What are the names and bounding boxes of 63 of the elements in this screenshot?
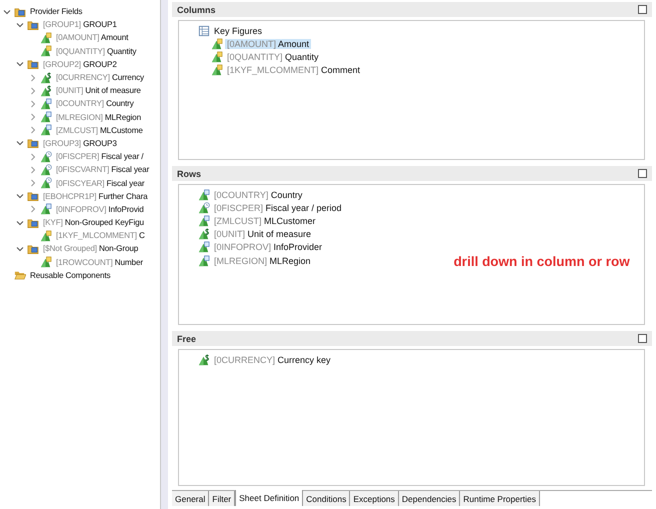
tree-item[interactable]: [MLREGION] MLRegion <box>54 112 143 122</box>
folder-icon <box>14 6 26 18</box>
section-title: Columns <box>177 4 216 14</box>
tab[interactable]: Exceptions <box>350 491 399 506</box>
tree-item[interactable]: [GROUP2] GROUP2 <box>41 60 119 69</box>
table-icon <box>198 24 210 37</box>
tree-item[interactable]: [0UNIT] Unit of measure <box>212 229 314 240</box>
maximize-icon[interactable] <box>638 169 647 178</box>
tree-item[interactable]: [GROUP1] GROUP1 <box>41 20 119 30</box>
tree-item[interactable]: [ZMLCUST] MLCustomer <box>212 216 318 226</box>
tree-item[interactable]: [0FISCPER] Fiscal year / <box>54 152 146 162</box>
triangle-clock-icon <box>40 150 52 163</box>
tree-item[interactable]: [0QUANTITY] Quantity <box>225 52 321 62</box>
tree-item[interactable]: [0COUNTRY] Country <box>54 99 136 108</box>
folder-icon <box>27 190 39 202</box>
tree-item[interactable]: [EBOHCPR1P] Further Chara <box>41 192 150 201</box>
tree-item[interactable]: [0FISCPER] Fiscal year / period <box>212 202 344 213</box>
triangle-clock-icon <box>40 164 52 176</box>
tree-item[interactable]: [$Not Grouped] Non-Group <box>41 244 140 254</box>
tree-item[interactable]: [ZMLCUST] MLCustome <box>54 126 145 135</box>
folder-icon <box>27 137 39 150</box>
tree-item[interactable]: [GROUP3] GROUP3 <box>41 138 119 148</box>
triangle-dollar-icon <box>198 228 210 240</box>
tree-item[interactable]: [0FISCYEAR] Fiscal year <box>54 178 146 188</box>
tree-item[interactable]: [1KYF_MLCOMMENT] C <box>54 231 147 240</box>
triangle-clock-icon <box>40 177 52 190</box>
tree-item[interactable]: [0QUANTITY] Quantity <box>54 46 138 56</box>
maximize-icon[interactable] <box>638 5 647 14</box>
tree-item[interactable]: [0INFOPROV] InfoProvider <box>212 242 324 252</box>
tree-item[interactable]: [0COUNTRY] Country <box>212 190 304 200</box>
tab[interactable]: General <box>172 491 210 506</box>
triangle-clock-icon <box>198 202 210 214</box>
tree-item[interactable]: [0AMOUNT] Amount <box>54 33 130 42</box>
section-title: Rows <box>177 168 202 178</box>
folder-icon <box>27 58 39 70</box>
folder-icon <box>27 18 39 31</box>
open-folder-icon <box>14 269 26 282</box>
tab[interactable]: Dependencies <box>398 491 460 506</box>
tree-item[interactable]: [0FISCVARNT] Fiscal year <box>54 165 152 174</box>
tree-item[interactable]: Provider Fields <box>28 7 84 16</box>
tree-item[interactable]: [MLREGION] MLRegion <box>212 256 313 266</box>
tab[interactable]: Sheet Definition <box>235 490 304 506</box>
triangle-dollar-icon <box>198 354 210 366</box>
tab[interactable]: Filter <box>209 491 236 506</box>
tree-item[interactable]: [0UNIT] Unit of measure <box>54 86 143 96</box>
folder-icon <box>27 216 39 229</box>
tab[interactable]: Conditions <box>303 491 350 506</box>
tree-item[interactable]: Reusable Components <box>28 270 112 280</box>
tree-item[interactable]: [0CURRENCY] Currency key <box>212 354 333 365</box>
folder-icon <box>27 242 39 255</box>
tree-item[interactable]: [0AMOUNT] Amount <box>225 38 312 49</box>
tree-item[interactable]: [0INFOPROV] InfoProvid <box>54 204 146 214</box>
tree-item[interactable]: Key Figures <box>212 26 264 36</box>
tree-item[interactable]: [1KYF_MLCOMMENT] Comment <box>225 65 362 76</box>
section-title: Free <box>177 334 196 344</box>
maximize-icon[interactable] <box>638 334 647 343</box>
tab[interactable]: Runtime Properties <box>460 491 540 506</box>
tree-item[interactable]: [KYF] Non-Grouped KeyFigu <box>41 218 146 228</box>
tree-item[interactable]: [0CURRENCY] Currency <box>54 73 146 82</box>
tree-item[interactable]: [1ROWCOUNT] Number <box>54 258 145 267</box>
triangle-dollar-icon <box>40 72 52 84</box>
triangle-dollar-icon <box>40 84 52 97</box>
annotation-text: drill down in column or row <box>454 254 630 269</box>
